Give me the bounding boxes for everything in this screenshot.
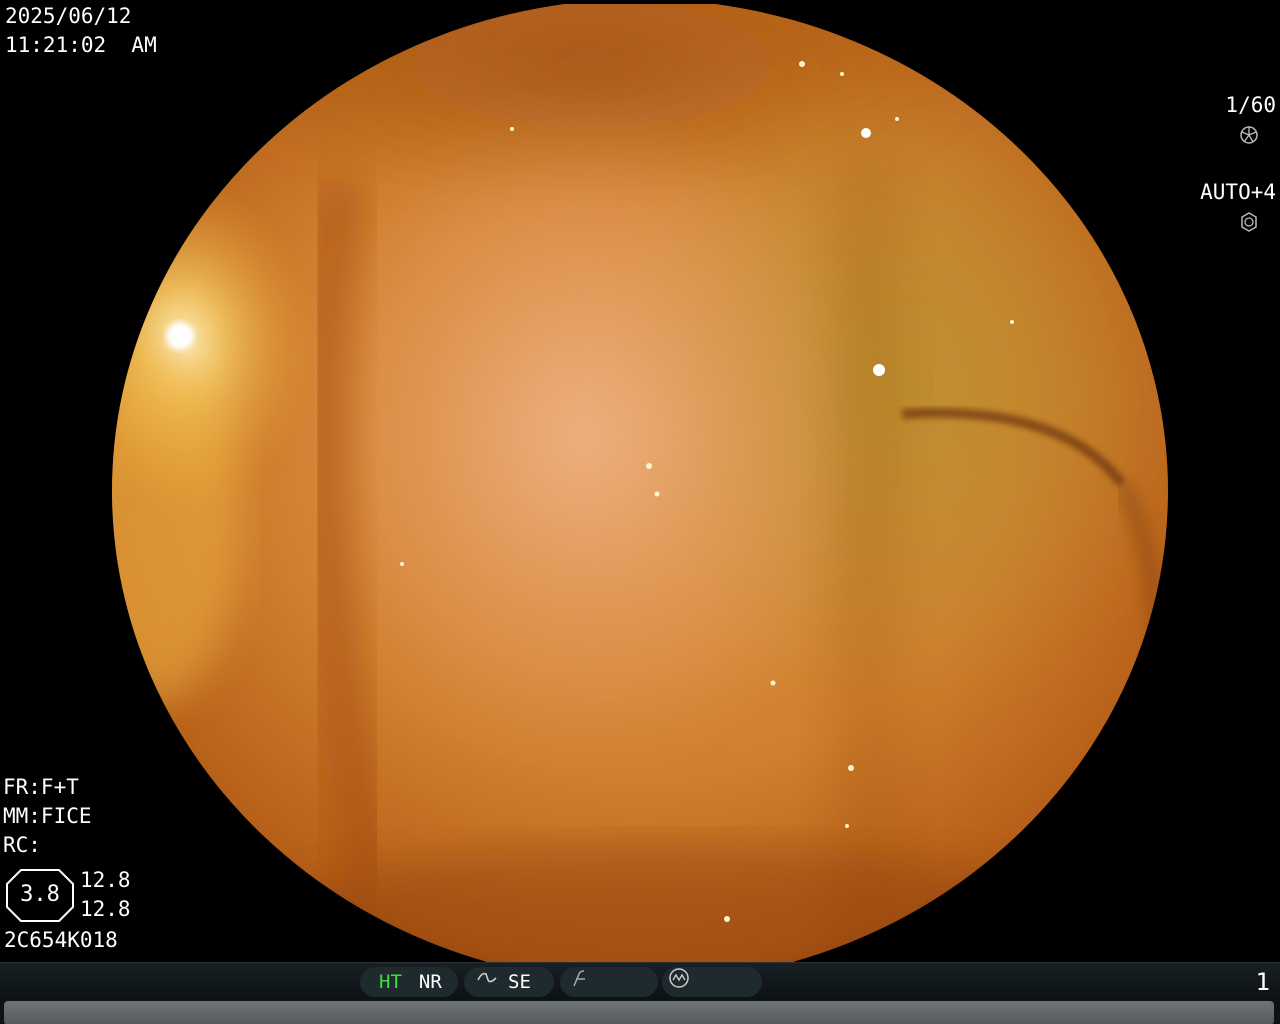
se-label: SE — [508, 971, 531, 993]
waveform-toggle[interactable] — [662, 967, 762, 997]
ht-label: HT — [379, 971, 402, 993]
waveform-circle-icon — [668, 967, 690, 998]
iris-icon — [1162, 182, 1257, 232]
settings-overlay: FR:F+T MM:FICE RC: — [3, 773, 92, 860]
zoom-scale: 12.8 12.8 — [80, 866, 131, 924]
scope-id: 2C654K018 — [4, 928, 118, 952]
rc-setting: RC: — [3, 833, 41, 857]
status-bar: HT NR SE 1 — [0, 962, 1280, 1024]
contrast-curve-icon — [570, 967, 590, 997]
iris-mode: AUTO+4 — [1200, 180, 1276, 204]
datetime-overlay: 2025/06/12 11:21:02 AM — [5, 2, 157, 60]
iris-row: AUTO+4 — [1160, 178, 1280, 232]
page-number: 1 — [1255, 968, 1270, 996]
sharpness-curve-icon — [476, 967, 498, 997]
time-text: 11:21:02 AM — [5, 33, 157, 57]
endoscope-image — [112, 4, 1168, 962]
zoom-scale-bottom: 12.8 — [80, 897, 131, 921]
exposure-overlay: 1/60 AUTO+4 — [1160, 33, 1280, 236]
shutter-speed: 1/60 — [1225, 93, 1276, 117]
nr-label: NR — [418, 971, 442, 993]
shutter-row: 1/60 — [1160, 91, 1280, 144]
contrast-toggle[interactable] — [560, 967, 658, 997]
date-text: 2025/06/12 — [5, 4, 132, 28]
aperture-icon — [1162, 95, 1258, 144]
mm-setting: MM:FICE — [3, 804, 92, 828]
ht-nr-toggle[interactable]: HT NR — [360, 967, 458, 997]
zoom-value: 3.8 — [20, 882, 60, 907]
fr-setting: FR:F+T — [3, 775, 79, 799]
se-toggle[interactable]: SE — [464, 967, 554, 997]
zoom-scale-top: 12.8 — [80, 868, 131, 892]
